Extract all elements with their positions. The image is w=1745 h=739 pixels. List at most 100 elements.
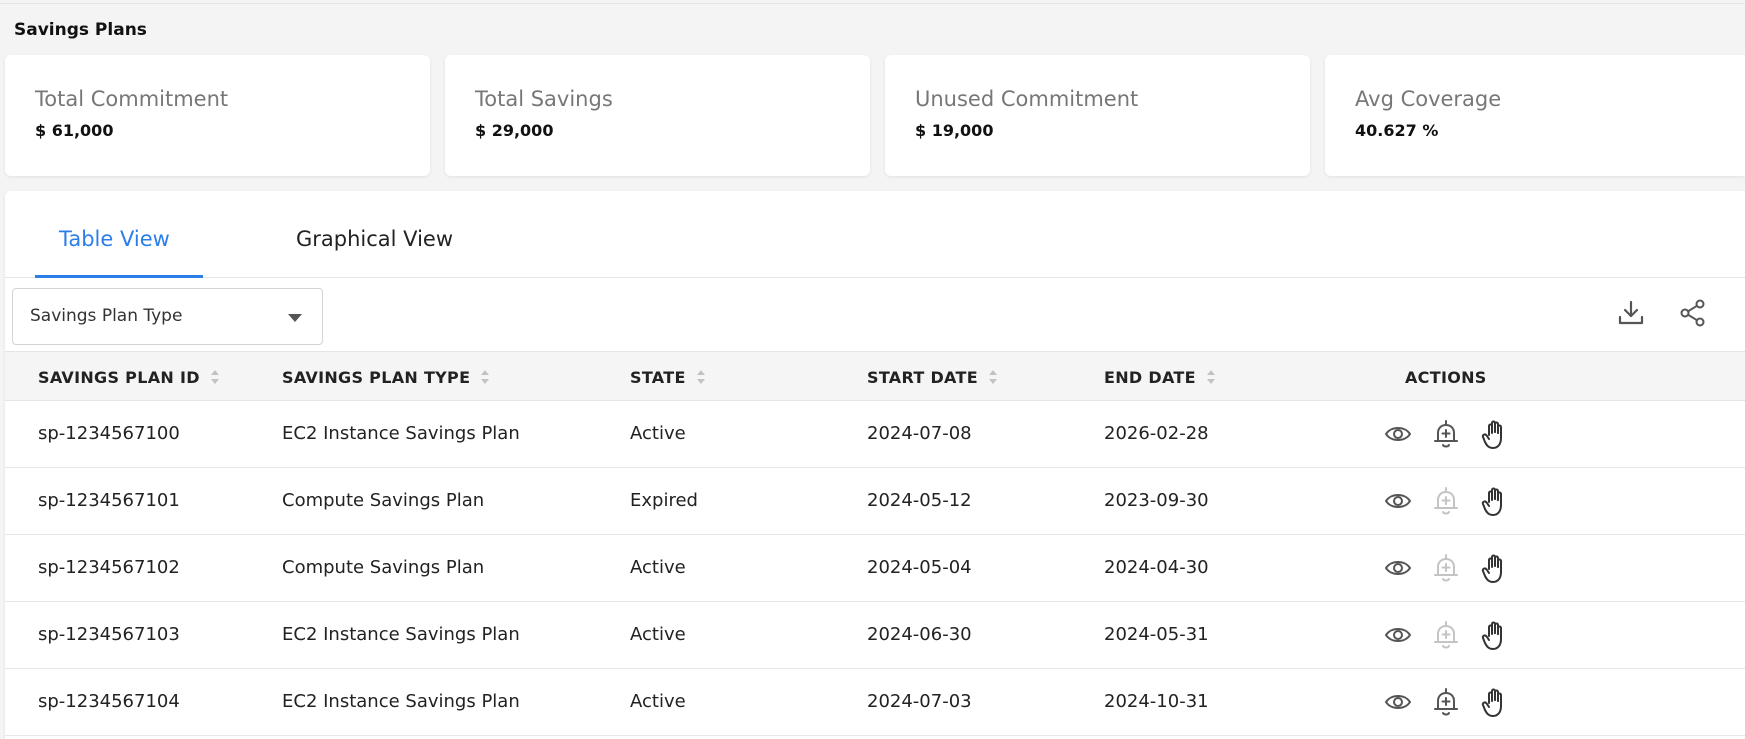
- column-header-label: START DATE: [867, 368, 978, 387]
- eye-icon: [1384, 561, 1412, 575]
- cell-state: Active: [630, 557, 686, 578]
- stop-button[interactable]: [1478, 618, 1512, 652]
- view-button[interactable]: [1381, 618, 1415, 652]
- card-label: Unused Commitment: [915, 87, 1139, 111]
- sort-icon: [988, 369, 997, 384]
- cell-start-date: 2024-05-12: [867, 490, 972, 511]
- table-row: sp-1234567102 Compute Savings Plan Activ…: [5, 535, 1745, 602]
- table-row: sp-1234567104 EC2 Instance Savings Plan …: [5, 669, 1745, 736]
- bell-plus-icon: [1434, 621, 1458, 649]
- stop-button[interactable]: [1478, 685, 1512, 719]
- tab-table-view[interactable]: Table View: [59, 227, 170, 251]
- page-title: Savings Plans: [14, 20, 147, 40]
- column-header-label: END DATE: [1104, 368, 1196, 387]
- add-alert-button: [1429, 484, 1463, 518]
- stop-button[interactable]: [1478, 484, 1512, 518]
- card-value: 40.627 %: [1355, 121, 1439, 140]
- bell-plus-icon: [1434, 487, 1458, 515]
- view-button[interactable]: [1381, 484, 1415, 518]
- card-unused-commitment: Unused Commitment $ 19,000: [885, 55, 1310, 176]
- savings-plan-type-select[interactable]: Savings Plan Type: [12, 288, 323, 345]
- column-header-actions: ACTIONS: [1405, 368, 1487, 387]
- card-value: $ 29,000: [475, 121, 554, 140]
- hand-icon: [1481, 621, 1502, 650]
- sort-icon: [1206, 369, 1215, 384]
- bell-plus-icon: [1434, 420, 1458, 448]
- card-label: Total Savings: [475, 87, 613, 111]
- eye-icon: [1384, 628, 1412, 642]
- card-total-savings: Total Savings $ 29,000: [445, 55, 870, 176]
- add-alert-button: [1429, 618, 1463, 652]
- table-row: sp-1234567101 Compute Savings Plan Expir…: [5, 468, 1745, 535]
- bell-plus-icon: [1434, 688, 1458, 716]
- cell-plan-type: EC2 Instance Savings Plan: [282, 691, 520, 712]
- summary-cards: Total Commitment $ 61,000 Total Savings …: [5, 55, 1745, 176]
- cell-plan-type: EC2 Instance Savings Plan: [282, 423, 520, 444]
- cell-state: Active: [630, 624, 686, 645]
- active-tab-indicator: [35, 275, 203, 278]
- cell-end-date: 2023-09-30: [1104, 490, 1209, 511]
- column-header-state[interactable]: STATE: [630, 368, 706, 388]
- add-alert-button: [1429, 551, 1463, 585]
- cell-plan-id: sp-1234567100: [38, 423, 180, 444]
- cell-state: Expired: [630, 490, 698, 511]
- cell-end-date: 2024-05-31: [1104, 624, 1209, 645]
- add-alert-button[interactable]: [1429, 417, 1463, 451]
- card-avg-coverage: Avg Coverage 40.627 %: [1325, 55, 1745, 176]
- share-button[interactable]: [1678, 298, 1708, 328]
- table-header: SAVINGS PLAN ID SAVINGS PLAN TYPE STATE …: [5, 351, 1745, 401]
- column-header-label: SAVINGS PLAN TYPE: [282, 368, 471, 387]
- column-header-savings-plan-type[interactable]: SAVINGS PLAN TYPE: [282, 368, 490, 388]
- stop-button[interactable]: [1478, 551, 1512, 585]
- card-label: Total Commitment: [35, 87, 229, 111]
- column-header-label: ACTIONS: [1405, 368, 1487, 387]
- column-header-label: SAVINGS PLAN ID: [38, 368, 200, 387]
- sort-icon: [696, 369, 705, 384]
- cell-end-date: 2024-04-30: [1104, 557, 1209, 578]
- view-button[interactable]: [1381, 685, 1415, 719]
- sort-icon: [210, 369, 219, 384]
- cell-plan-id: sp-1234567102: [38, 557, 180, 578]
- column-header-start-date[interactable]: START DATE: [867, 368, 998, 388]
- eye-icon: [1384, 695, 1412, 709]
- cell-plan-id: sp-1234567103: [38, 624, 180, 645]
- share-icon: [1680, 299, 1705, 327]
- cell-end-date: 2024-10-31: [1104, 691, 1209, 712]
- stop-button[interactable]: [1478, 417, 1512, 451]
- cell-state: Active: [630, 691, 686, 712]
- cell-start-date: 2024-06-30: [867, 624, 972, 645]
- hand-icon: [1481, 420, 1502, 449]
- cell-end-date: 2026-02-28: [1104, 423, 1209, 444]
- hand-icon: [1481, 688, 1502, 717]
- card-value: $ 61,000: [35, 121, 114, 140]
- cell-start-date: 2024-07-08: [867, 423, 972, 444]
- column-header-end-date[interactable]: END DATE: [1104, 368, 1216, 388]
- hand-icon: [1481, 554, 1502, 583]
- cell-start-date: 2024-05-04: [867, 557, 972, 578]
- download-button[interactable]: [1616, 298, 1646, 328]
- cell-plan-type: Compute Savings Plan: [282, 490, 485, 511]
- card-label: Avg Coverage: [1355, 87, 1502, 111]
- card-total-commitment: Total Commitment $ 61,000: [5, 55, 430, 176]
- cell-plan-type: EC2 Instance Savings Plan: [282, 624, 520, 645]
- savings-plans-panel: Table View Graphical View Savings Plan T…: [5, 191, 1745, 739]
- top-divider: [0, 3, 1745, 4]
- view-button[interactable]: [1381, 417, 1415, 451]
- column-header-label: STATE: [630, 368, 686, 387]
- tab-graphical-view[interactable]: Graphical View: [296, 227, 453, 251]
- eye-icon: [1384, 494, 1412, 508]
- download-icon: [1618, 300, 1644, 325]
- sort-icon: [481, 369, 490, 384]
- cell-state: Active: [630, 423, 686, 444]
- hand-icon: [1481, 487, 1502, 516]
- view-button[interactable]: [1381, 551, 1415, 585]
- bell-plus-icon: [1434, 554, 1458, 582]
- cell-start-date: 2024-07-03: [867, 691, 972, 712]
- table-row: sp-1234567100 EC2 Instance Savings Plan …: [5, 401, 1745, 468]
- view-tabs: Table View Graphical View: [5, 191, 1745, 278]
- add-alert-button[interactable]: [1429, 685, 1463, 719]
- column-header-savings-plan-id[interactable]: SAVINGS PLAN ID: [38, 368, 220, 388]
- table-row: sp-1234567103 EC2 Instance Savings Plan …: [5, 602, 1745, 669]
- caret-down-icon: [288, 314, 302, 322]
- eye-icon: [1384, 427, 1412, 441]
